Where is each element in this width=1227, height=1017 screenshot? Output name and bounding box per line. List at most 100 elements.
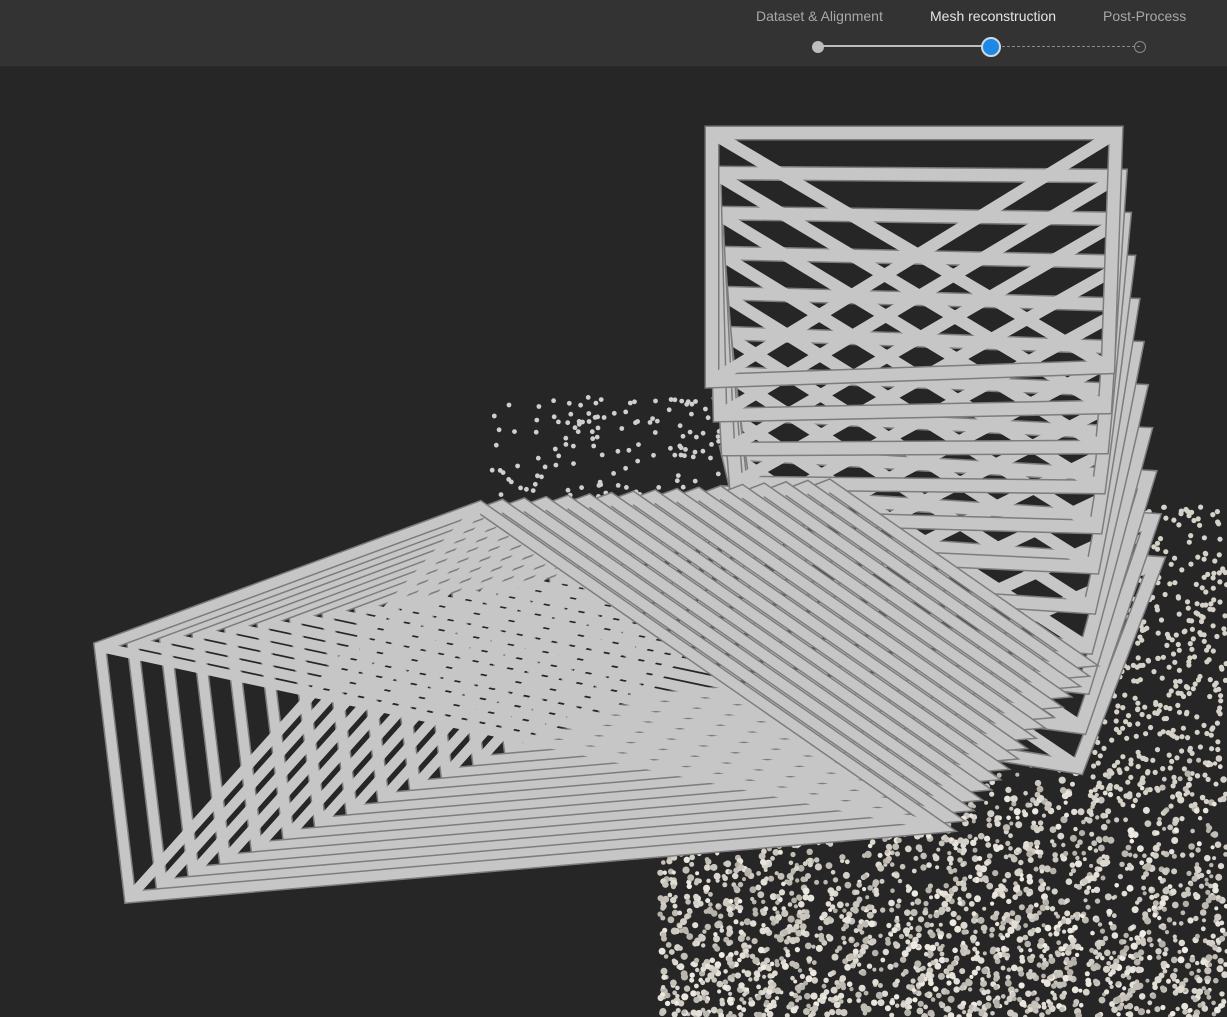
step-dataset-alignment-dot[interactable] (812, 41, 824, 53)
3d-viewport[interactable] (0, 67, 1227, 1017)
cloud-point (688, 909, 693, 915)
cloud-point (1192, 681, 1198, 687)
cloud-point (1160, 729, 1166, 735)
cloud-point (1170, 888, 1177, 896)
cloud-point (1189, 618, 1195, 624)
cloud-point (951, 885, 959, 892)
cloud-point (1207, 693, 1213, 700)
cloud-point (827, 996, 833, 1002)
cloud-point (971, 804, 977, 809)
step-mesh-reconstruction-label[interactable]: Mesh reconstruction (930, 8, 1056, 24)
cloud-point (1210, 585, 1216, 591)
cloud-point (680, 433, 686, 439)
cloud-point (1189, 882, 1194, 887)
cloud-point (551, 414, 557, 420)
cloud-point (1116, 1012, 1121, 1017)
cloud-point (797, 909, 803, 915)
cloud-point (752, 907, 758, 913)
cloud-point (1161, 504, 1167, 510)
cloud-point (1072, 850, 1078, 856)
cloud-point (885, 849, 890, 854)
cloud-point (1093, 916, 1100, 923)
cloud-point (489, 467, 495, 473)
cloud-point (1203, 798, 1209, 805)
cloud-point (632, 399, 637, 405)
cloud-point (693, 996, 700, 1004)
cloud-point (1205, 954, 1213, 962)
cloud-point (1217, 536, 1223, 542)
cloud-point (1122, 986, 1127, 991)
cloud-point (841, 935, 846, 941)
cloud-point (1073, 826, 1078, 832)
cloud-point (1180, 852, 1186, 858)
cloud-point (1074, 860, 1083, 868)
cloud-point (873, 891, 880, 897)
cloud-point (586, 411, 592, 416)
cloud-point (506, 402, 512, 408)
cloud-point (704, 999, 710, 1004)
cloud-point (1154, 747, 1161, 753)
cloud-point (911, 988, 916, 993)
step-post-process-label[interactable]: Post-Process (1103, 8, 1186, 24)
cloud-point (635, 419, 640, 424)
camera-frustums (92, 125, 1167, 905)
step-post-process-dot[interactable] (1134, 41, 1146, 53)
cloud-point (1038, 937, 1045, 945)
cloud-point (1162, 887, 1170, 895)
cloud-point (1063, 800, 1068, 805)
cloud-point (839, 975, 847, 982)
cloud-point (1105, 808, 1112, 815)
cloud-point (654, 418, 660, 424)
cloud-point (1083, 898, 1088, 903)
cloud-point (1180, 725, 1186, 731)
cloud-point (1120, 754, 1126, 760)
cloud-point (1214, 913, 1222, 921)
cloud-point (1158, 972, 1165, 979)
cloud-point (1009, 821, 1014, 826)
cloud-point (1190, 686, 1196, 692)
cloud-point (764, 957, 771, 964)
cloud-point (1050, 839, 1055, 844)
cloud-point (948, 861, 953, 866)
cloud-point (1191, 875, 1198, 882)
cloud-point (961, 940, 966, 946)
cloud-point (788, 860, 794, 866)
cloud-point (1033, 902, 1039, 908)
cloud-point (660, 915, 666, 921)
cloud-point (1214, 906, 1219, 911)
cloud-point (1180, 693, 1187, 700)
cloud-point (981, 875, 989, 883)
cloud-point (1111, 763, 1117, 769)
cloud-point (1018, 982, 1025, 989)
cloud-point (675, 1008, 681, 1013)
step-mesh-reconstruction-dot[interactable] (981, 37, 1001, 57)
cloud-point (672, 903, 678, 909)
cloud-point (781, 906, 786, 911)
cloud-point (1039, 868, 1045, 874)
cloud-point (672, 452, 678, 458)
cloud-point (553, 462, 559, 468)
cloud-point (1161, 868, 1169, 875)
cloud-point (615, 483, 621, 488)
cloud-point (1212, 682, 1218, 688)
cloud-point (1205, 823, 1211, 828)
cloud-point (681, 926, 689, 934)
cloud-point (623, 465, 628, 471)
cloud-point (1035, 996, 1040, 1002)
cloud-point (1006, 967, 1012, 972)
cloud-point (836, 885, 842, 892)
cloud-point (1211, 597, 1217, 603)
cloud-point (1163, 549, 1169, 555)
step-dataset-alignment-label[interactable]: Dataset & Alignment (756, 8, 883, 24)
cloud-point (1217, 764, 1223, 770)
cloud-point (910, 901, 915, 906)
cloud-point (1150, 993, 1157, 999)
cloud-point (675, 473, 681, 478)
cloud-point (1146, 929, 1152, 935)
cloud-point (1171, 901, 1179, 909)
cloud-point (743, 948, 749, 954)
cloud-point (860, 970, 867, 976)
cloud-point (990, 1011, 995, 1016)
cloud-point (1088, 958, 1095, 965)
cloud-point (729, 977, 735, 983)
